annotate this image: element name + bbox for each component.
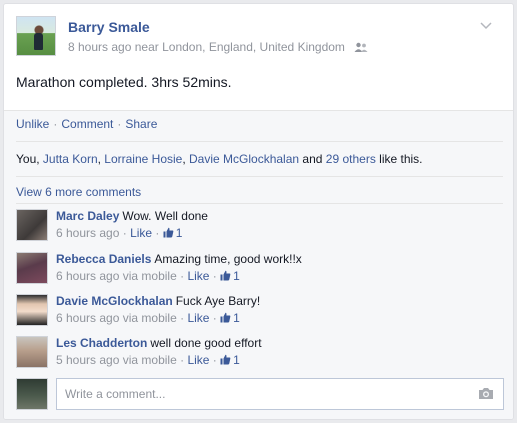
liker-link[interactable]: Davie McGlockhalan — [189, 152, 299, 166]
comment-line: Marc Daley Wow. Well done — [56, 209, 208, 223]
location-region[interactable]: England — [209, 40, 253, 54]
comment-author[interactable]: Rebecca Daniels — [56, 252, 151, 266]
likes-you: You — [16, 152, 37, 166]
comment-input[interactable] — [56, 378, 504, 410]
share-link[interactable]: Share — [125, 117, 157, 131]
comment-author[interactable]: Davie McGlockhalan — [56, 294, 173, 308]
separator: · — [117, 117, 122, 131]
near-label: near — [134, 40, 159, 54]
comment-item: Les Chadderton well done good effort 5 ho… — [16, 336, 504, 372]
comment-like-count[interactable]: 1 — [233, 269, 240, 283]
location-country[interactable]: United Kingdom — [260, 40, 345, 54]
likes-suffix: like this. — [379, 152, 423, 166]
comment-like-link[interactable]: Like — [130, 226, 152, 240]
likes-summary: You, Jutta Korn, Lorraine Hosie, Davie M… — [16, 152, 423, 166]
comment-like-link[interactable]: Like — [187, 269, 209, 283]
divider — [16, 203, 503, 204]
post-meta: 8 hours ago near London, England, United… — [68, 40, 368, 54]
view-more-comments-link[interactable]: View 6 more comments — [16, 185, 141, 199]
comment-via: via mobile — [122, 269, 177, 283]
comment-like-count[interactable]: 1 — [233, 311, 240, 325]
thumbs-up-icon[interactable] — [220, 312, 231, 323]
comment-via: via mobile — [122, 311, 177, 325]
comment-author[interactable]: Marc Daley — [56, 209, 119, 223]
comment-like-count[interactable]: 1 — [176, 226, 183, 240]
post-time[interactable]: 8 hours ago — [68, 40, 131, 54]
post-text: Marathon completed. 3hrs 52mins. — [16, 74, 232, 90]
comment-time[interactable]: 6 hours ago — [56, 269, 119, 283]
comment-text: Fuck Aye Barry! — [175, 294, 261, 308]
likes-others-link[interactable]: 29 others — [326, 152, 376, 166]
chevron-down-icon[interactable] — [479, 21, 493, 31]
comment-time[interactable]: 6 hours ago — [56, 226, 119, 240]
author-avatar[interactable] — [16, 16, 56, 56]
commenter-avatar[interactable] — [16, 209, 48, 241]
thumbs-up-icon[interactable] — [163, 227, 174, 238]
divider — [16, 176, 503, 177]
thumbs-up-icon[interactable] — [220, 354, 231, 365]
liker-link[interactable]: Lorraine Hosie — [104, 152, 182, 166]
post-card: Barry Smale 8 hours ago near London, Eng… — [3, 3, 514, 420]
divider — [16, 141, 503, 142]
comment-meta: 5 hours ago via mobile · Like · 1 — [56, 353, 240, 367]
comment-like-count[interactable]: 1 — [233, 353, 240, 367]
divider — [4, 110, 513, 111]
separator: · — [53, 117, 58, 131]
unlike-link[interactable]: Unlike — [16, 117, 49, 131]
comment-text: Wow. Well done — [122, 209, 208, 223]
comment-meta: 6 hours ago · Like · 1 — [56, 226, 183, 240]
comment-like-link[interactable]: Like — [187, 311, 209, 325]
commenter-avatar[interactable] — [16, 294, 48, 326]
current-user-avatar[interactable] — [16, 378, 48, 410]
comment-author[interactable]: Les Chadderton — [56, 336, 147, 350]
commenter-avatar[interactable] — [16, 336, 48, 368]
comment-via: via mobile — [122, 353, 177, 367]
comment-item: Rebecca Daniels Amazing time, good work!!… — [16, 252, 504, 288]
comment-line: Les Chadderton well done good effort — [56, 336, 262, 350]
comment-item: Marc Daley Wow. Well done 6 hours ago · L… — [16, 209, 504, 245]
liker-link[interactable]: Jutta Korn — [43, 152, 98, 166]
post-header: Barry Smale 8 hours ago near London, Eng… — [16, 16, 504, 60]
comment-text: well done good effort — [150, 336, 262, 350]
camera-icon[interactable] — [478, 387, 494, 400]
comment-line: Rebecca Daniels Amazing time, good work!!… — [56, 252, 302, 266]
comment-like-link[interactable]: Like — [187, 353, 209, 367]
comment-text: Amazing time, good work!!x — [154, 252, 302, 266]
runner-figure — [34, 33, 43, 50]
author-name[interactable]: Barry Smale — [68, 19, 150, 35]
thumbs-up-icon[interactable] — [220, 270, 231, 281]
comment-item: Davie McGlockhalan Fuck Aye Barry! 6 hour… — [16, 294, 504, 330]
comment-composer — [16, 378, 504, 414]
comment-time[interactable]: 6 hours ago — [56, 311, 119, 325]
location-city[interactable]: London — [162, 40, 202, 54]
commenter-avatar[interactable] — [16, 252, 48, 284]
comment-meta: 6 hours ago via mobile · Like · 1 — [56, 311, 240, 325]
comment-line: Davie McGlockhalan Fuck Aye Barry! — [56, 294, 260, 308]
friends-icon[interactable] — [354, 42, 368, 52]
likes-and: and — [302, 152, 323, 166]
post-actions: Unlike · Comment · Share — [16, 117, 157, 131]
comment-link[interactable]: Comment — [61, 117, 113, 131]
comment-time[interactable]: 5 hours ago — [56, 353, 119, 367]
comment-meta: 6 hours ago via mobile · Like · 1 — [56, 269, 240, 283]
